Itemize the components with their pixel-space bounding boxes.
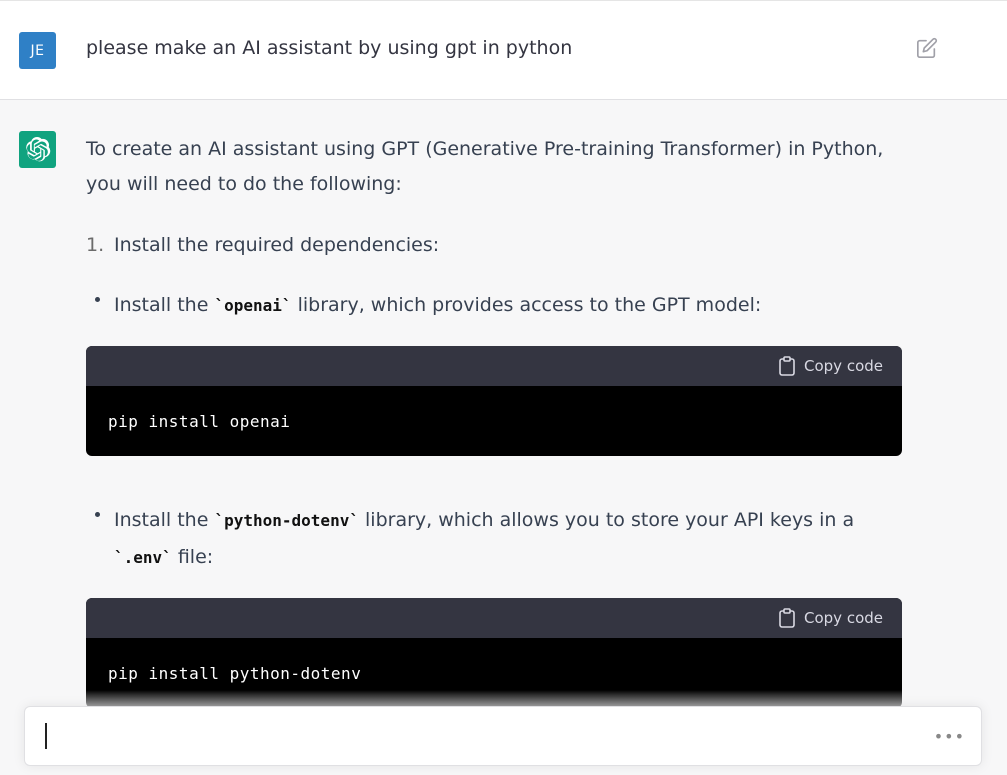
assistant-message-row: To create an AI assistant using GPT (Gen… [0, 100, 1007, 775]
code-block: Copy code pip install openai [86, 346, 902, 456]
clipboard-icon [779, 608, 795, 628]
bullet-dot [95, 297, 100, 302]
copy-code-button[interactable]: Copy code [778, 608, 883, 628]
bullet-dot [95, 512, 100, 517]
user-message-row: JE please make an AI assistant by using … [0, 0, 1007, 100]
bullet-text: Install the `openai` library, which prov… [114, 294, 762, 316]
copy-code-button[interactable]: Copy code [778, 356, 883, 376]
bullet-text: Install the `python-dotenv` library, whi… [114, 509, 855, 568]
step-text: Install the required dependencies: [114, 234, 440, 256]
copy-code-label: Copy code [804, 609, 883, 627]
text-caret [45, 723, 47, 749]
more-horizontal-icon[interactable]: ••• [934, 727, 965, 746]
step-item: 1. Install the required dependencies: [86, 228, 439, 263]
user-avatar: JE [19, 32, 56, 69]
assistant-avatar [19, 131, 56, 168]
message-input[interactable]: ••• [24, 706, 982, 766]
step-number: 1. [86, 234, 105, 256]
clipboard-icon [779, 356, 795, 376]
inline-code: `python-dotenv` [214, 511, 359, 530]
user-message-text: please make an AI assistant by using gpt… [86, 37, 573, 59]
openai-logo-icon [26, 136, 51, 162]
edit-icon[interactable] [916, 37, 938, 59]
inline-code: `.env` [114, 548, 172, 567]
code-block-header: Copy code [86, 346, 902, 386]
copy-code-label: Copy code [804, 357, 883, 375]
code-content: pip install openai [108, 411, 291, 431]
code-block-header: Copy code [86, 598, 902, 638]
inline-code: `openai` [214, 296, 292, 315]
assistant-intro-text: To create an AI assistant using GPT (Gen… [86, 138, 884, 195]
